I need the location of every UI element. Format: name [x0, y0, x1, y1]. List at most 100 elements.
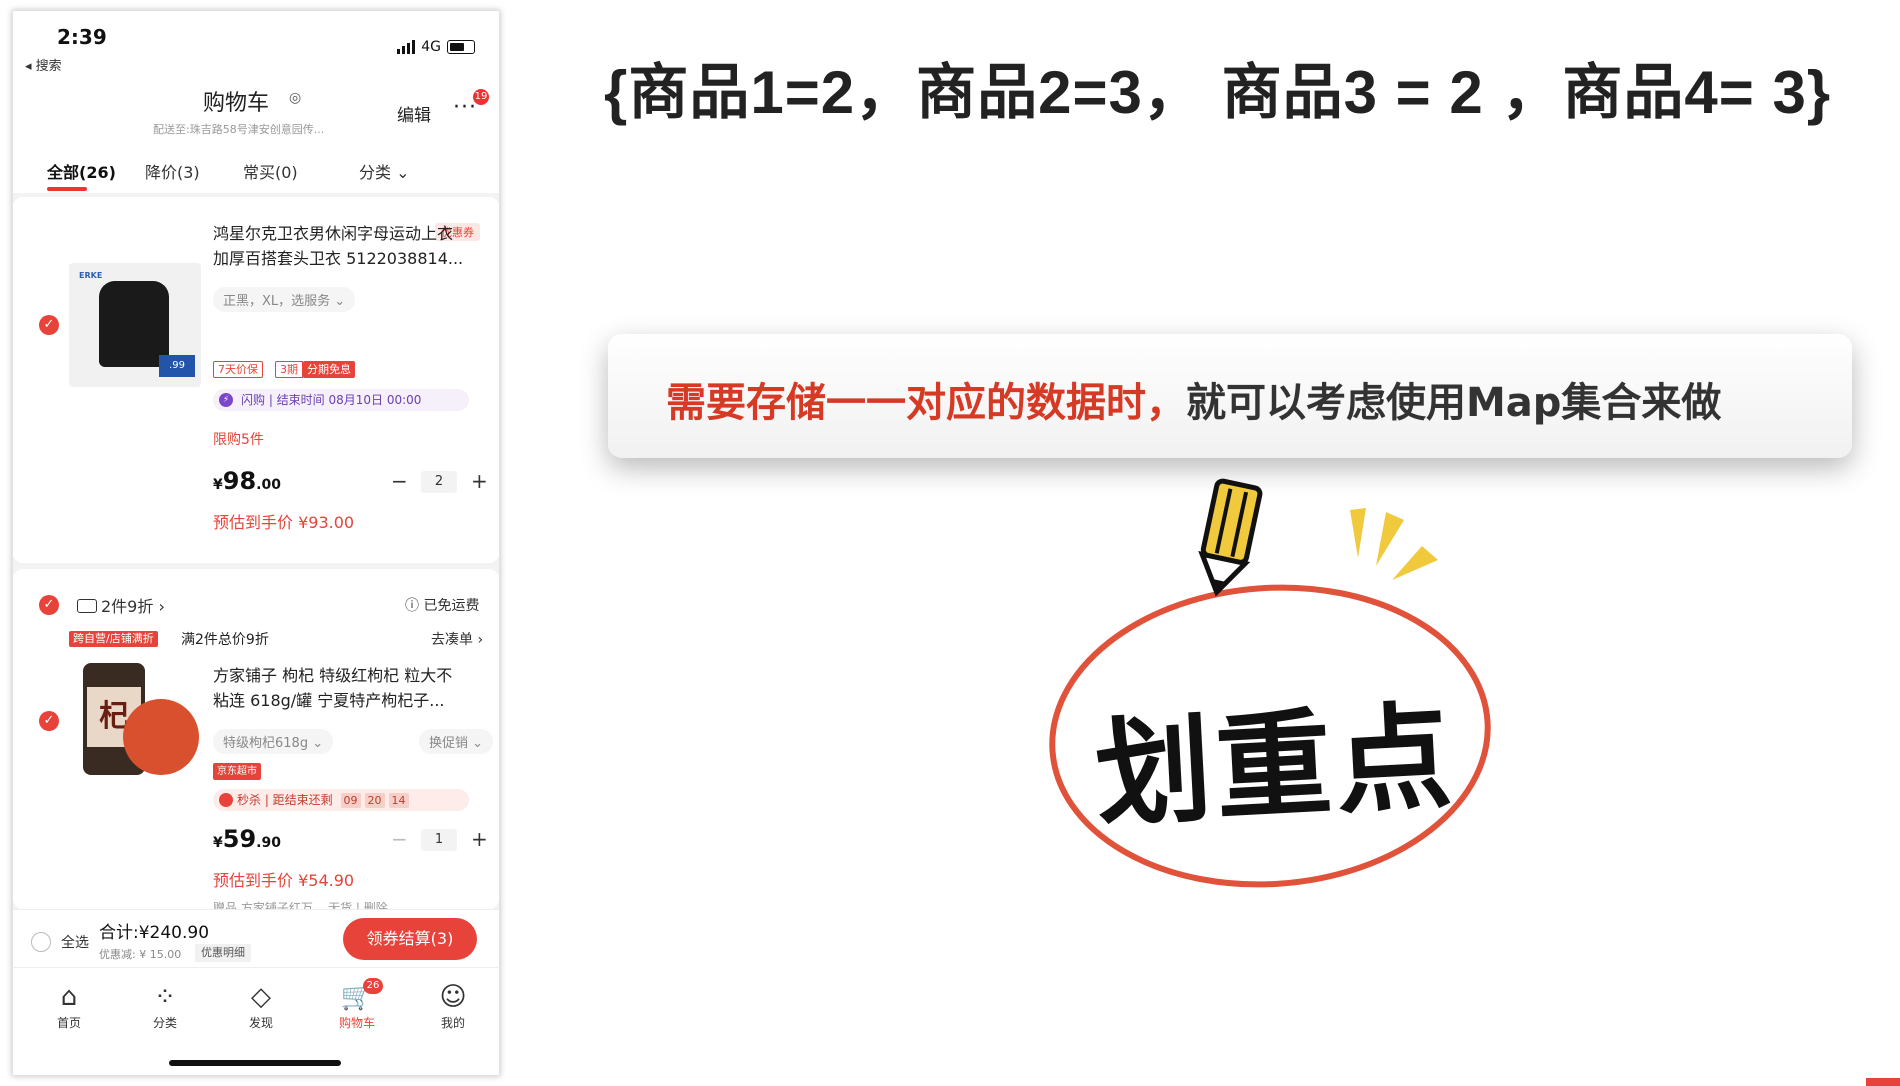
item-checkbox-checked-icon[interactable]: ✓: [39, 711, 59, 731]
bottom-tab-bar: ⌂ 首页 ⁘ 分类 ◇ 发现 🛒 26 购物车 ☺ 我的: [13, 967, 499, 1075]
price-decimal: .90: [256, 835, 281, 851]
seckill-icon: [219, 793, 233, 807]
tab-price-drop[interactable]: 降价(3): [145, 159, 200, 183]
countdown-seconds: 14: [388, 793, 409, 808]
delivery-address[interactable]: 配送至:珠吉路58号津安创意园传...: [153, 121, 403, 137]
item-checkbox-checked-icon[interactable]: ✓: [39, 315, 59, 335]
status-time: 2:39: [57, 25, 107, 49]
countdown-minutes: 20: [364, 793, 385, 808]
active-tab-indicator: [47, 187, 87, 191]
select-all-radio[interactable]: [31, 932, 51, 952]
interest-free-tag: 分期免息: [303, 361, 355, 378]
status-bar: 2:39 ◂ 搜索 4G: [13, 11, 499, 74]
discount-detail-button[interactable]: 优惠明细: [195, 944, 251, 962]
product-image[interactable]: ERKE .99: [69, 263, 201, 387]
price-protect-tag: 7天价保: [213, 361, 263, 378]
tab-profile[interactable]: ☺ 我的: [423, 980, 483, 1031]
note-rest: 就可以考虑使用Map集合来做: [1186, 380, 1722, 426]
discount-amount: 优惠减: ¥ 15.00: [99, 948, 182, 961]
cart-header: 购物车 ◎ 配送至:珠吉路58号津安创意园传... 编辑 ··· 19: [13, 71, 499, 143]
product-title-line2[interactable]: 粘连 618g/罐 宁夏特产枸杞子...: [213, 688, 489, 713]
select-all-label[interactable]: 全选: [61, 932, 89, 952]
tab-category-nav[interactable]: ⁘ 分类: [135, 980, 195, 1031]
tab-discover-label: 发现: [248, 1016, 273, 1030]
promo-link[interactable]: 2件9折 ›: [77, 593, 165, 617]
edit-button[interactable]: 编辑: [397, 101, 431, 126]
item-price: ¥98.00: [213, 467, 281, 495]
flash-sale-banner: ⚡ 闪购 | 结束时间 08月10日 00:00: [213, 389, 469, 411]
tab-discover[interactable]: ◇ 发现: [231, 980, 291, 1031]
price-decimal: .00: [256, 477, 281, 493]
promo-label: 2件9折 ›: [101, 597, 165, 616]
minus-icon[interactable]: −: [391, 827, 408, 851]
shop-promo-tag: 跨自营/店铺满折: [69, 631, 158, 647]
brand-logo: ERKE: [79, 271, 103, 280]
seckill-text: 秒杀 | 距结束还剩: [237, 793, 333, 807]
promo-icon: [77, 599, 97, 613]
sku-selector[interactable]: 特级枸杞618g ⌄: [213, 729, 334, 754]
free-shipping-label: ⓘ 已免运费: [405, 598, 480, 614]
phone-screenshot: 2:39 ◂ 搜索 4G 购物车 ◎ 配送至:珠吉路58号津安创意园传... 编…: [12, 10, 500, 1076]
tab-home-label: 首页: [56, 1016, 81, 1030]
signal-icon: [397, 40, 416, 54]
corner-mark: [1866, 1078, 1900, 1086]
quantity-input[interactable]: 1: [421, 829, 457, 851]
quantity-input[interactable]: 2: [421, 471, 457, 493]
cart-item-card: 优惠券 ✓ ERKE .99 鸿星尔克卫衣男休闲字母运动上衣 加厚百搭套头卫衣 …: [13, 197, 499, 563]
cart-item-card: ✓ 2件9折 › ⓘ 已免运费 跨自营/店铺满折 满2件总价9折 去凑单 › ✓…: [13, 569, 499, 915]
sparkle-icon: [1350, 508, 1438, 580]
estimated-price: 预估到手价 ¥93.00: [213, 513, 355, 532]
plus-icon[interactable]: +: [471, 469, 488, 493]
key-point-text: 划重点: [1092, 689, 1459, 844]
profile-icon: ☺: [439, 982, 467, 1012]
tab-frequent[interactable]: 常买(0): [243, 159, 298, 183]
tab-category-label: 分类: [152, 1016, 177, 1030]
estimated-price: 预估到手价 ¥54.90: [213, 871, 355, 890]
price-tag-image: .99: [159, 355, 195, 377]
tab-all[interactable]: 全部(26): [47, 159, 116, 183]
store-tag: 京东超市: [213, 763, 261, 780]
price-symbol: ¥: [213, 477, 223, 493]
tab-category[interactable]: 分类 ⌄: [359, 159, 410, 183]
sku-selector[interactable]: 正黑，XL，选服务 ⌄: [213, 287, 356, 312]
price-integer: 59: [222, 825, 257, 853]
plus-icon[interactable]: +: [471, 827, 488, 851]
network-label: 4G: [421, 39, 441, 55]
checkout-button[interactable]: 领券结算(3): [343, 918, 477, 960]
price-integer: 98: [222, 467, 257, 495]
message-badge: 19: [473, 89, 489, 105]
change-promo-selector[interactable]: 换促销 ⌄: [419, 729, 494, 754]
item-price: ¥59.90: [213, 825, 281, 853]
price-symbol: ¥: [213, 835, 223, 851]
note-box: 需要存储一一对应的数据时，就可以考虑使用Map集合来做: [608, 334, 1852, 458]
home-indicator: [169, 1060, 341, 1066]
discover-icon: ◇: [251, 982, 271, 1012]
checkout-bar: 全选 合计:¥240.90 优惠减: ¥ 15.00 优惠明细 领券结算(3): [13, 909, 499, 968]
product-title-line1[interactable]: 方家铺子 枸杞 特级红枸杞 粒大不: [213, 663, 489, 688]
battery-icon: [447, 40, 475, 54]
purchase-limit: 限购5件: [213, 432, 264, 448]
goji-berries-image: [123, 699, 199, 775]
tab-cart[interactable]: 🛒 26 购物车: [327, 978, 387, 1031]
flash-sale-text: 闪购 | 结束时间 08月10日 00:00: [241, 393, 422, 407]
filter-tabs: 全部(26) 降价(3) 常买(0) 分类 ⌄: [13, 143, 499, 193]
minus-icon[interactable]: −: [391, 469, 408, 493]
product-image[interactable]: 杞: [69, 659, 201, 783]
add-on-link[interactable]: 去凑单 ›: [431, 629, 483, 649]
note-text: 需要存储一一对应的数据时，就可以考虑使用Map集合来做: [666, 370, 1721, 428]
flash-icon: ⚡: [219, 393, 233, 407]
map-example-text: {商品1=2，商品2=3， 商品3 = 2 ，商品4= 3}: [604, 59, 1832, 126]
promo-description: 满2件总价9折: [181, 632, 269, 648]
total-price: 合计:¥240.90: [99, 923, 210, 943]
location-icon[interactable]: ◎: [289, 90, 301, 106]
tab-home[interactable]: ⌂ 首页: [39, 980, 99, 1031]
category-icon: ⁘: [154, 982, 176, 1012]
pencil-icon: [1198, 478, 1263, 597]
product-title-line1[interactable]: 鸿星尔克卫衣男休闲字母运动上衣: [213, 221, 489, 246]
product-title-line2[interactable]: 加厚百搭套头卫衣 5122038814...: [213, 246, 489, 271]
tab-profile-label: 我的: [440, 1016, 465, 1030]
countdown-hours: 09: [340, 793, 361, 808]
group-checkbox-checked-icon[interactable]: ✓: [39, 595, 59, 615]
cart-count-badge: 26: [363, 978, 383, 994]
note-highlight: 需要存储一一对应的数据时，: [666, 380, 1186, 426]
